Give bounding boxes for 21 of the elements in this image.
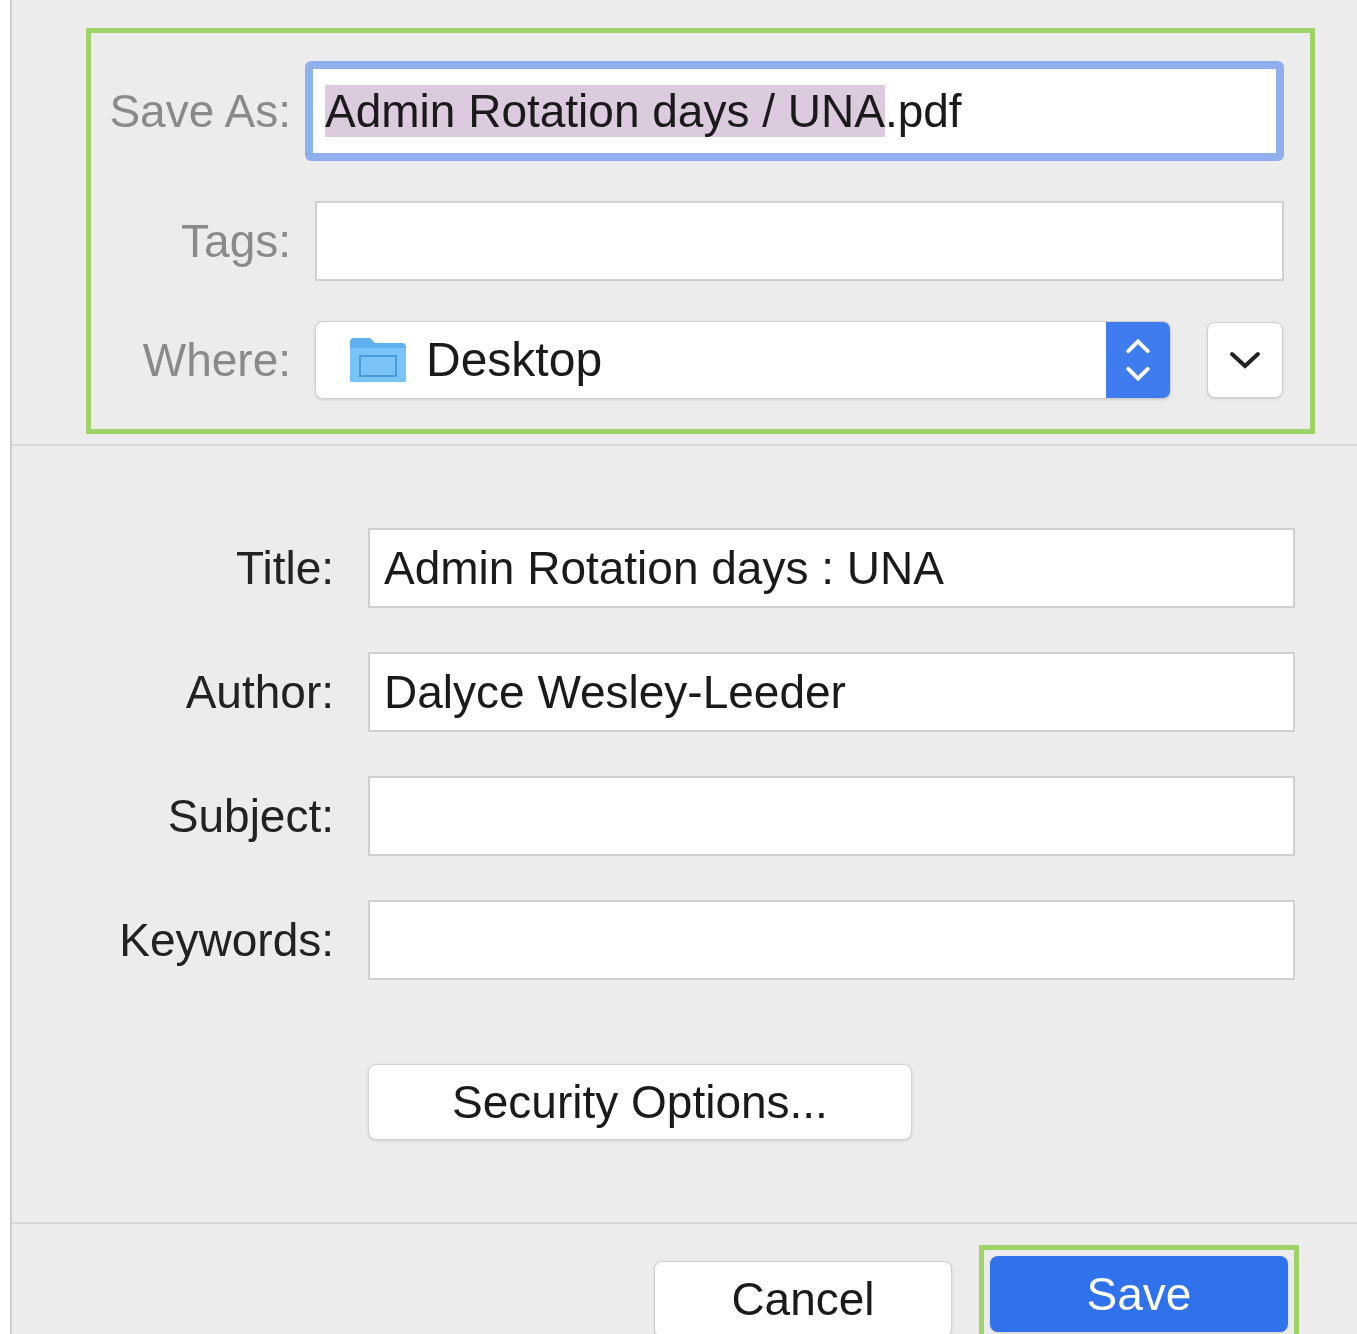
text-field[interactable]: Admin Rotation days : UNA bbox=[368, 528, 1295, 608]
field-label: Save As: bbox=[108, 83, 291, 139]
expand-button[interactable] bbox=[1207, 322, 1283, 398]
chevron-down-icon bbox=[1228, 350, 1262, 370]
folder-icon bbox=[348, 336, 408, 384]
save-button[interactable]: Save bbox=[990, 1256, 1288, 1332]
text-field[interactable] bbox=[368, 776, 1295, 856]
field-label: Author: bbox=[184, 664, 334, 720]
text-field[interactable] bbox=[368, 900, 1295, 980]
location-popup[interactable]: Desktop bbox=[315, 321, 1171, 399]
text-field[interactable]: Dalyce Wesley-Leeder bbox=[368, 652, 1295, 732]
field-label: Where: bbox=[141, 332, 291, 388]
cancel-button[interactable]: Cancel bbox=[654, 1261, 952, 1334]
security-options-button[interactable]: Security Options... bbox=[368, 1064, 912, 1140]
filename-field[interactable]: Admin Rotation days / UNA.pdf bbox=[305, 61, 1284, 161]
field-label: Tags: bbox=[180, 213, 291, 269]
field-label: Subject: bbox=[166, 788, 334, 844]
stepper-icon bbox=[1106, 322, 1170, 398]
field-label: Keywords: bbox=[118, 912, 334, 968]
tags-field[interactable] bbox=[315, 201, 1284, 281]
field-label: Title: bbox=[235, 540, 334, 596]
